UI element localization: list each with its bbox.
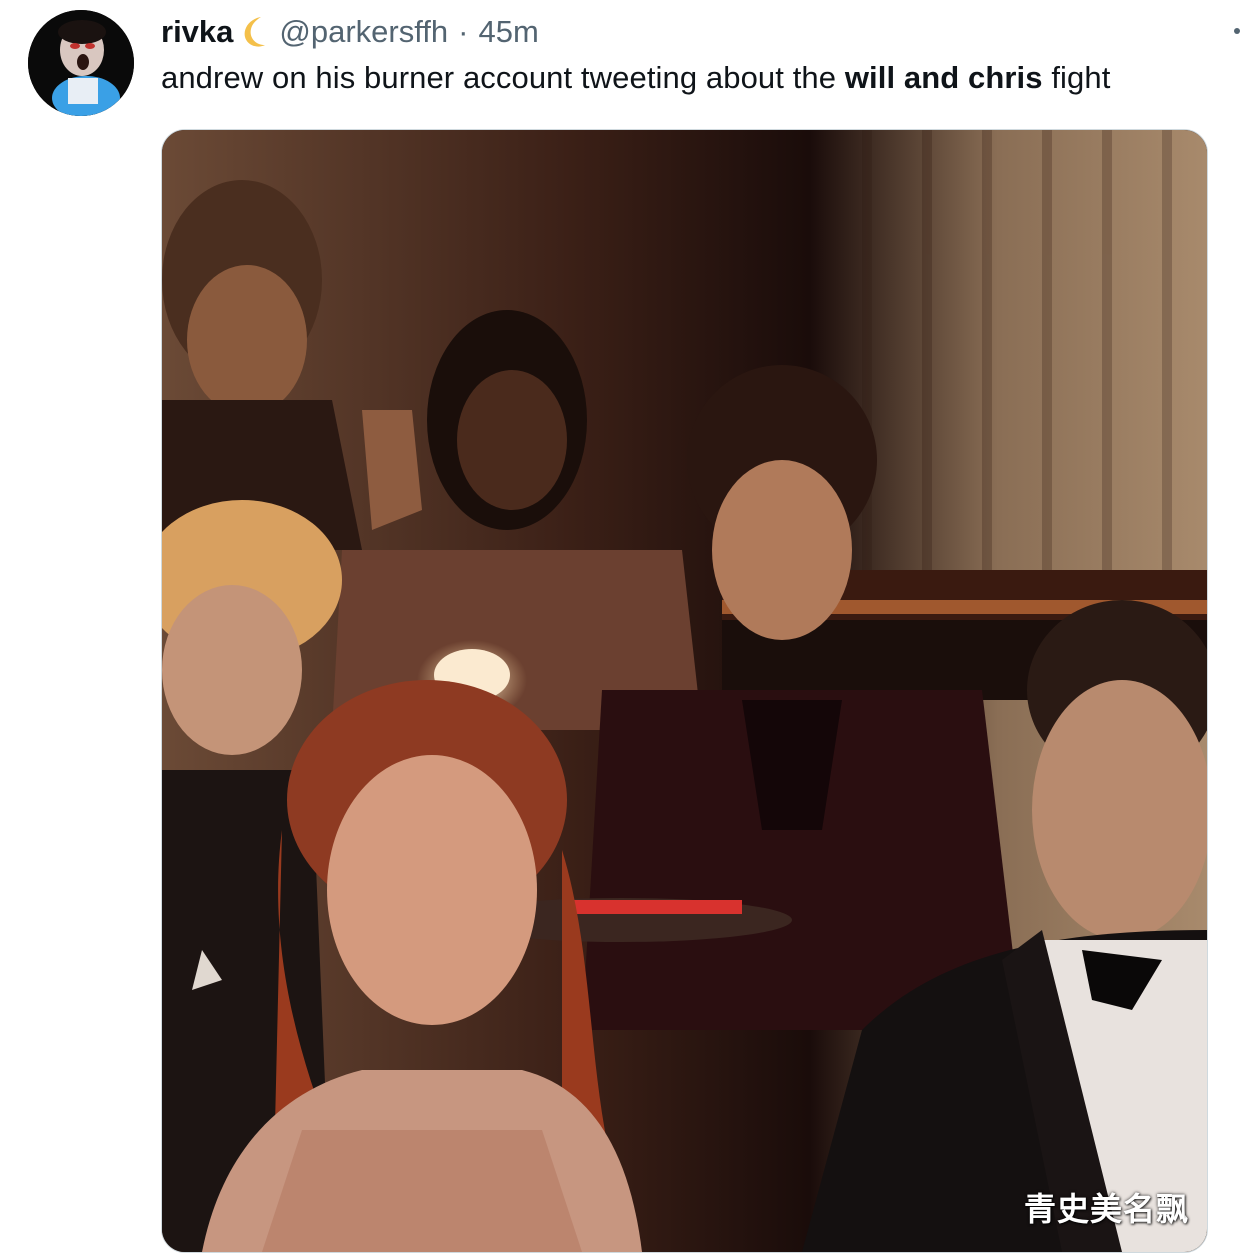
tweet[interactable]: rivka @parkersffh · 45m andrew on his bu… [0,0,1248,1260]
separator-dot: · [458,14,469,49]
avatar[interactable] [28,10,134,116]
display-name[interactable]: rivka [161,14,233,50]
tweet-header: rivka @parkersffh · 45m [161,12,539,52]
user-handle[interactable]: @parkersffh [279,14,448,50]
crescent-moon-icon [239,15,269,49]
tweet-text: andrew on his burner account tweeting ab… [161,60,1110,96]
tweet-photo[interactable]: 青史美名飘 [161,129,1208,1253]
tweet-text-part1: andrew on his burner account tweeting ab… [161,60,845,95]
tweet-text-part2: fight [1042,60,1111,95]
watermark: 青史美名飘 [1023,1190,1189,1228]
more-options-icon[interactable] [1234,28,1240,34]
timestamp[interactable]: 45m [478,14,538,50]
tweet-text-bold: will and chris [844,60,1043,95]
